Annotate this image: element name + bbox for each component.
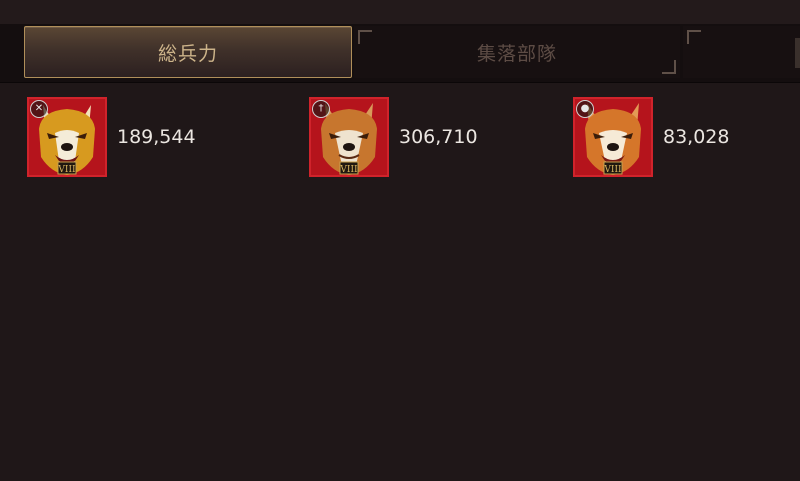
tab-bar: 総兵力 集落部隊 <box>0 24 800 83</box>
tab-settlement-troops[interactable]: 集落部隊 <box>354 26 680 78</box>
tab-settlement-troops-label: 集落部隊 <box>476 42 557 65</box>
tier-badge: VIII <box>603 165 622 175</box>
tab-total-troops[interactable]: 総兵力 <box>24 26 352 78</box>
crossed-weapons-icon: ✕ <box>30 100 48 118</box>
boulder-icon: ● <box>576 100 594 118</box>
sword-icon: † <box>312 100 330 118</box>
wolf-portrait[interactable]: VIII ✕ <box>27 97 107 177</box>
tier-badge: VIII <box>57 165 76 175</box>
tab-corner-decoration <box>662 60 676 74</box>
unit-entry: VIII ✕ 189,544 <box>27 97 196 177</box>
unit-entry: VIII † 306,710 <box>309 97 478 177</box>
wolf-portrait[interactable]: VIII † <box>309 97 389 177</box>
troop-count: 83,028 <box>663 126 730 148</box>
tier-badge: VIII <box>339 165 358 175</box>
tab-corner-decoration <box>358 30 372 44</box>
troop-count: 306,710 <box>399 126 478 148</box>
unit-entry: VIII ● 83,028 <box>573 97 729 177</box>
troop-count: 189,544 <box>117 126 196 148</box>
tab-corner-decoration <box>687 30 701 44</box>
tab-next-partial[interactable] <box>683 26 800 78</box>
tab-edge-decoration <box>795 38 800 68</box>
wolf-portrait[interactable]: VIII ● <box>573 97 653 177</box>
top-band <box>0 0 800 24</box>
tab-total-troops-label: 総兵力 <box>157 42 218 65</box>
